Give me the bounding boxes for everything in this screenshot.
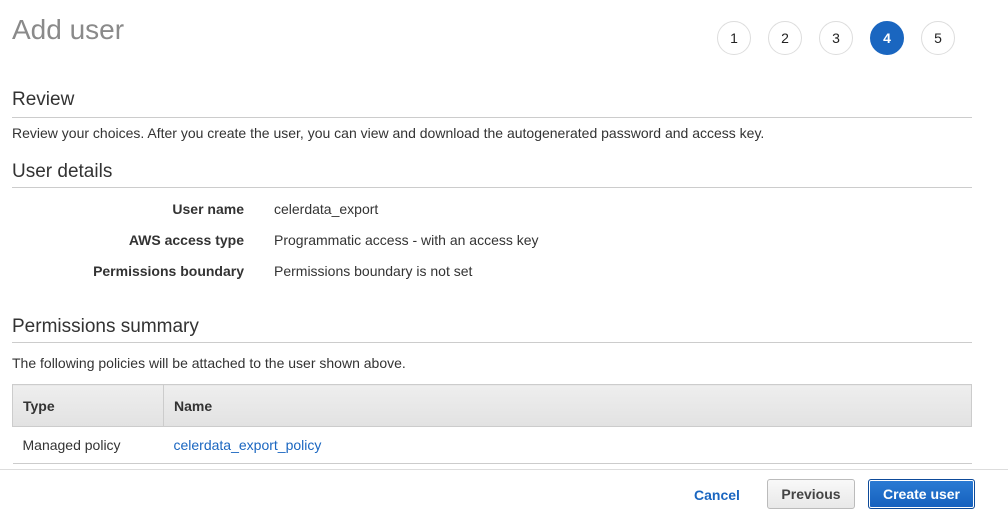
permissions-description: The following policies will be attached … bbox=[12, 355, 406, 371]
step-5: 5 bbox=[921, 21, 955, 55]
table-row: Managed policy celerdata_export_policy bbox=[12, 426, 972, 464]
page-title: Add user bbox=[12, 14, 125, 45]
step-3[interactable]: 3 bbox=[819, 21, 853, 55]
step-2[interactable]: 2 bbox=[768, 21, 802, 55]
detail-row-user-name: User name celerdata_export bbox=[0, 201, 700, 221]
detail-label: Permissions boundary bbox=[93, 263, 244, 279]
step-indicator: 1 2 3 4 5 bbox=[717, 21, 955, 55]
detail-row-access-type: AWS access type Programmatic access - wi… bbox=[0, 232, 700, 252]
divider bbox=[12, 187, 972, 188]
column-header-type: Type bbox=[12, 384, 164, 427]
detail-label: User name bbox=[172, 201, 244, 217]
permissions-summary-heading: Permissions summary bbox=[12, 316, 199, 337]
previous-button[interactable]: Previous bbox=[767, 479, 855, 509]
divider bbox=[12, 117, 972, 118]
detail-label: AWS access type bbox=[128, 232, 244, 248]
review-description: Review your choices. After you create th… bbox=[12, 125, 765, 141]
divider bbox=[12, 342, 972, 343]
detail-value: Programmatic access - with an access key bbox=[274, 232, 539, 248]
policy-type-cell: Managed policy bbox=[12, 426, 164, 464]
table-header-row: Type Name bbox=[12, 384, 972, 427]
review-heading: Review bbox=[12, 89, 75, 110]
create-user-button[interactable]: Create user bbox=[868, 479, 975, 509]
policy-name-cell: celerdata_export_policy bbox=[163, 426, 972, 464]
user-details-heading: User details bbox=[12, 161, 113, 182]
column-header-name: Name bbox=[163, 384, 972, 427]
detail-row-permissions-boundary: Permissions boundary Permissions boundar… bbox=[0, 263, 700, 283]
policy-name-link[interactable]: celerdata_export_policy bbox=[174, 437, 322, 453]
step-4-current: 4 bbox=[870, 21, 904, 55]
detail-value: celerdata_export bbox=[274, 201, 379, 217]
detail-value: Permissions boundary is not set bbox=[274, 263, 473, 279]
policies-table: Type Name Managed policy celerdata_expor… bbox=[12, 384, 972, 464]
step-1[interactable]: 1 bbox=[717, 21, 751, 55]
wizard-footer: Cancel Previous Create user bbox=[0, 469, 1008, 516]
cancel-button[interactable]: Cancel bbox=[694, 487, 740, 503]
